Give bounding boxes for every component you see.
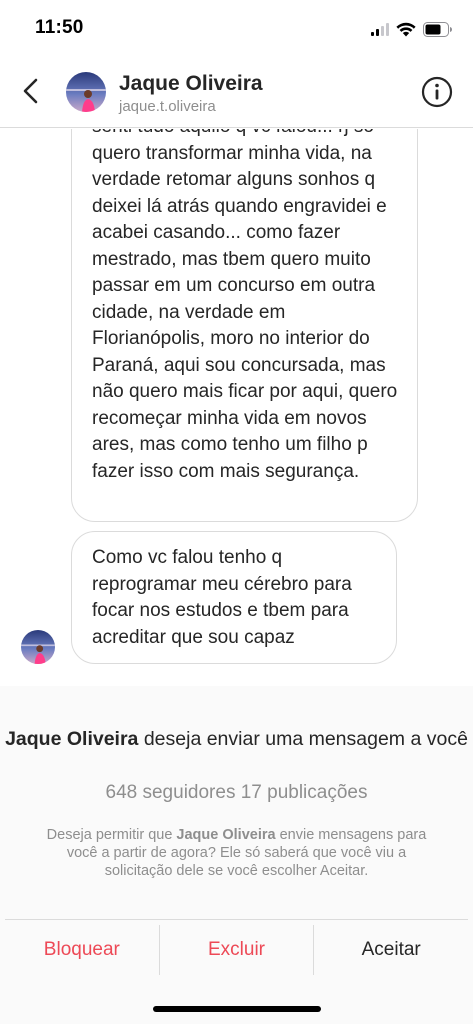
request-description: Deseja permitir que Jaque Oliveira envie… — [40, 826, 433, 880]
request-desc-name: Jaque Oliveira — [176, 827, 276, 843]
chevron-left-icon[interactable] — [14, 74, 48, 108]
status-icons — [371, 20, 453, 38]
status-bar: 11:50 — [0, 0, 473, 56]
request-title-text: deseja enviar uma mensagem a você — [138, 728, 468, 750]
signal-icon — [371, 22, 389, 36]
message-text: senti tudo aquilo q vc falou... rj só qu… — [92, 129, 398, 482]
wifi-icon — [396, 22, 416, 36]
message-thread: senti tudo aquilo q vc falou... rj só qu… — [0, 129, 473, 686]
sender-avatar — [21, 630, 55, 664]
chat-header: Jaque Oliveira jaque.t.oliveira — [0, 56, 473, 128]
request-desc-prefix: Deseja permitir que — [46, 827, 177, 843]
home-indicator — [153, 1006, 321, 1012]
avatar[interactable] — [66, 72, 106, 112]
contact-name[interactable]: Jaque Oliveira — [119, 72, 263, 96]
message-bubble: Como vc falou tenho q reprogramar meu cé… — [71, 531, 397, 664]
info-icon[interactable] — [421, 76, 453, 108]
request-name: Jaque Oliveira — [5, 728, 139, 750]
request-title: Jaque Oliveira deseja enviar uma mensage… — [0, 727, 473, 752]
accept-button[interactable]: Aceitar — [313, 925, 468, 975]
contact-username: jaque.t.oliveira — [119, 98, 216, 115]
request-actions: Bloquear Excluir Aceitar — [5, 919, 468, 976]
block-button[interactable]: Bloquear — [5, 925, 159, 975]
message-bubble: senti tudo aquilo q vc falou... rj só qu… — [71, 129, 418, 522]
battery-icon — [423, 21, 452, 37]
message-text: Como vc falou tenho q reprogramar meu cé… — [92, 547, 352, 648]
message-request-panel: Jaque Oliveira deseja enviar uma mensage… — [0, 686, 473, 1024]
status-time: 11:50 — [35, 17, 84, 38]
delete-button[interactable]: Excluir — [158, 925, 314, 975]
request-stats: 648 seguidores 17 publicações — [105, 782, 368, 803]
